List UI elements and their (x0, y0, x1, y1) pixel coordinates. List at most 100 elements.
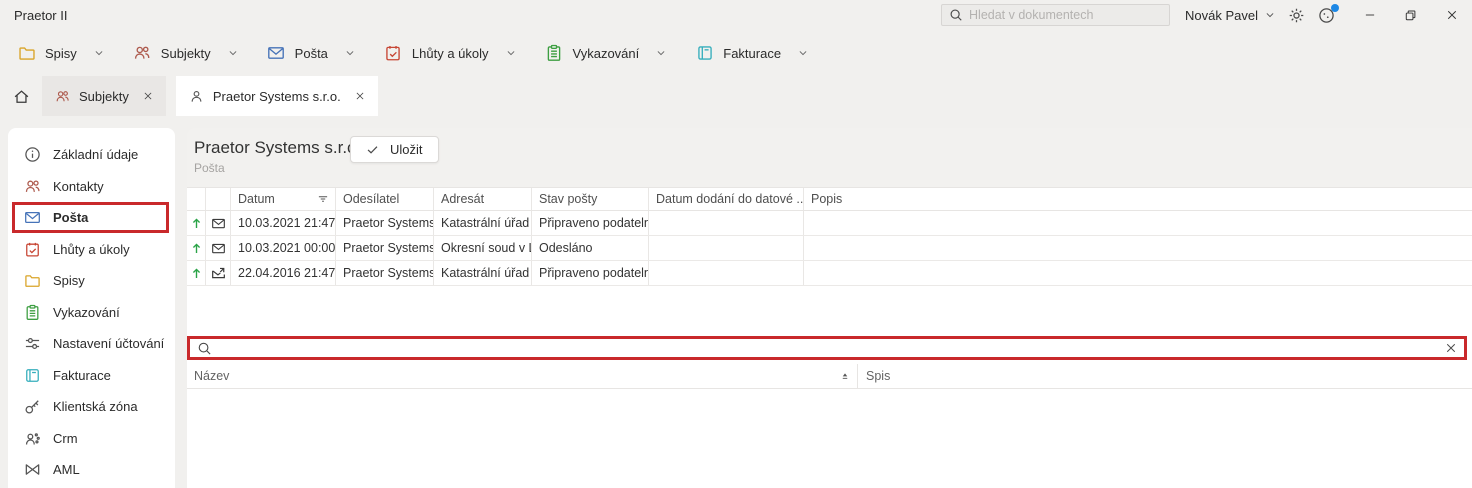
mail-table-row[interactable]: 10.03.2021 21:47 Praetor Systems s Katas… (187, 211, 1472, 236)
app-title: Praetor II (14, 8, 67, 23)
info-icon (23, 146, 41, 164)
main-menubar: Spisy Subjekty Pošta Lhůty a úkoly (0, 30, 1472, 76)
tab-close-icon[interactable] (355, 91, 365, 101)
chevron-down-icon (1265, 10, 1275, 20)
menu-lhuty-label: Lhůty a úkoly (412, 46, 489, 61)
content-area: Základní údaje Kontakty Pošta Lhůty a úk… (0, 116, 1472, 488)
mail-table-row[interactable]: 22.04.2016 21:47 Praetor Systems s Katas… (187, 261, 1472, 286)
folder-icon (17, 44, 36, 63)
settings-button[interactable] (1288, 7, 1305, 24)
filter-icon[interactable] (317, 193, 329, 205)
menu-subjekty[interactable]: Subjekty (133, 44, 238, 63)
home-tab-button[interactable] (0, 76, 42, 116)
header-adresat[interactable]: Adresát (434, 188, 532, 210)
document-search-input[interactable] (969, 8, 1162, 22)
sliders-icon (23, 335, 41, 353)
cell-stav-posty: Připraveno podateln (532, 211, 649, 235)
files-search-box[interactable] (187, 336, 1467, 360)
user-menu[interactable]: Novák Pavel (1185, 8, 1275, 23)
subject-header: Praetor Systems s.r.o. Pošta Uložit (187, 128, 1472, 187)
sidebar-item-spisy[interactable]: Spisy (8, 265, 175, 297)
menu-vykazovani[interactable]: Vykazování (545, 44, 667, 63)
close-button[interactable] (1431, 0, 1472, 30)
sidebar-item-klientska-zona[interactable]: Klientská zóna (8, 391, 175, 423)
menu-lhuty-a-ukoly[interactable]: Lhůty a úkoly (384, 44, 516, 63)
cell-popis (804, 211, 1472, 235)
crm-icon (23, 429, 41, 447)
page-subtitle: Pošta (194, 161, 1472, 175)
cell-datum-dodani (649, 236, 804, 260)
chevron-down-icon (656, 48, 666, 58)
people-icon (55, 89, 70, 104)
calendar-check-icon (23, 240, 41, 258)
sidebar-item-zakladni-udaje[interactable]: Základní údaje (8, 139, 175, 171)
menu-spisy[interactable]: Spisy (17, 44, 104, 63)
outgoing-arrow-icon (190, 267, 203, 280)
document-search-box[interactable] (941, 4, 1170, 26)
cell-odesilatel: Praetor Systems s (336, 211, 434, 235)
sort-ascending-icon[interactable] (839, 370, 851, 382)
header-popis[interactable]: Popis (804, 188, 1472, 210)
sidebar-item-nastaveni-uctovani[interactable]: Nastavení účtování (8, 328, 175, 360)
minimize-button[interactable] (1349, 0, 1390, 30)
people-icon (23, 177, 41, 195)
header-datum[interactable]: Datum (231, 188, 336, 210)
tab-subjekty[interactable]: Subjekty (42, 76, 166, 116)
envelope-icon (23, 209, 41, 227)
menu-fakturace-label: Fakturace (723, 46, 781, 61)
tab-close-icon[interactable] (143, 91, 153, 101)
cell-popis (804, 261, 1472, 285)
save-button[interactable]: Uložit (350, 136, 439, 163)
tab-praetor-systems[interactable]: Praetor Systems s.r.o. (176, 76, 378, 116)
header-stav-posty[interactable]: Stav pošty (532, 188, 649, 210)
table-empty-space (187, 286, 1472, 336)
sidebar-item-lhuty-a-ukoly[interactable]: Lhůty a úkoly (8, 234, 175, 266)
main-panel: Praetor Systems s.r.o. Pošta Uložit Datu… (187, 128, 1472, 488)
header-direction-column (187, 188, 206, 210)
sidebar-item-crm[interactable]: Crm (8, 423, 175, 455)
sidebar-item-kontakty[interactable]: Kontakty (8, 171, 175, 203)
titlebar: Praetor II Novák Pavel (0, 0, 1472, 30)
check-icon (366, 143, 379, 156)
cell-adresat: Okresní soud v Li (434, 236, 532, 260)
files-search-input[interactable] (218, 341, 1439, 355)
menu-posta[interactable]: Pošta (267, 44, 355, 63)
menu-posta-label: Pošta (295, 46, 328, 61)
home-icon (13, 88, 30, 105)
envelope-sent-icon (211, 266, 226, 281)
header-spis[interactable]: Spis (858, 364, 1472, 388)
sidebar-item-fakturace[interactable]: Fakturace (8, 360, 175, 392)
files-table-empty-body (187, 389, 1472, 488)
envelope-icon (211, 216, 226, 231)
envelope-icon (267, 44, 286, 63)
menu-fakturace[interactable]: Fakturace (695, 44, 808, 63)
sidebar-item-vykazovani[interactable]: Vykazování (8, 297, 175, 329)
cell-adresat: Katastrální úřad p (434, 261, 532, 285)
menu-vykazovani-label: Vykazování (573, 46, 640, 61)
open-tabs-bar: Subjekty Praetor Systems s.r.o. (0, 76, 1472, 116)
header-nazev[interactable]: Název (187, 364, 858, 388)
sidebar-item-aml[interactable]: AML (8, 454, 175, 486)
restore-button[interactable] (1390, 0, 1431, 30)
header-odesilatel[interactable]: Odesílatel (336, 188, 434, 210)
files-table-header: Název Spis (187, 364, 1472, 389)
sidebar-item-posta[interactable]: Pošta (8, 202, 175, 234)
header-datum-dodani[interactable]: Datum dodání do datové ... (649, 188, 804, 210)
search-icon (197, 341, 212, 356)
folder-icon (23, 272, 41, 290)
cell-stav-posty: Připraveno podateln (532, 261, 649, 285)
cell-datum-dodani (649, 211, 804, 235)
cell-datum: 22.04.2016 21:47 (231, 261, 336, 285)
cell-datum: 10.03.2021 21:47 (231, 211, 336, 235)
mail-work-panel: Datum Odesílatel Adresát Stav pošty Datu… (187, 187, 1472, 488)
outgoing-arrow-icon (190, 217, 203, 230)
assistant-button[interactable] (1318, 7, 1335, 24)
chevron-down-icon (345, 48, 355, 58)
clear-search-icon[interactable] (1445, 342, 1457, 354)
aml-icon (23, 461, 41, 479)
minimize-icon (1364, 9, 1376, 21)
window-controls (1349, 0, 1472, 30)
chevron-down-icon (798, 48, 808, 58)
subject-sidebar: Základní údaje Kontakty Pošta Lhůty a úk… (8, 128, 175, 488)
mail-table-row[interactable]: 10.03.2021 00:00 Praetor Systems s Okres… (187, 236, 1472, 261)
